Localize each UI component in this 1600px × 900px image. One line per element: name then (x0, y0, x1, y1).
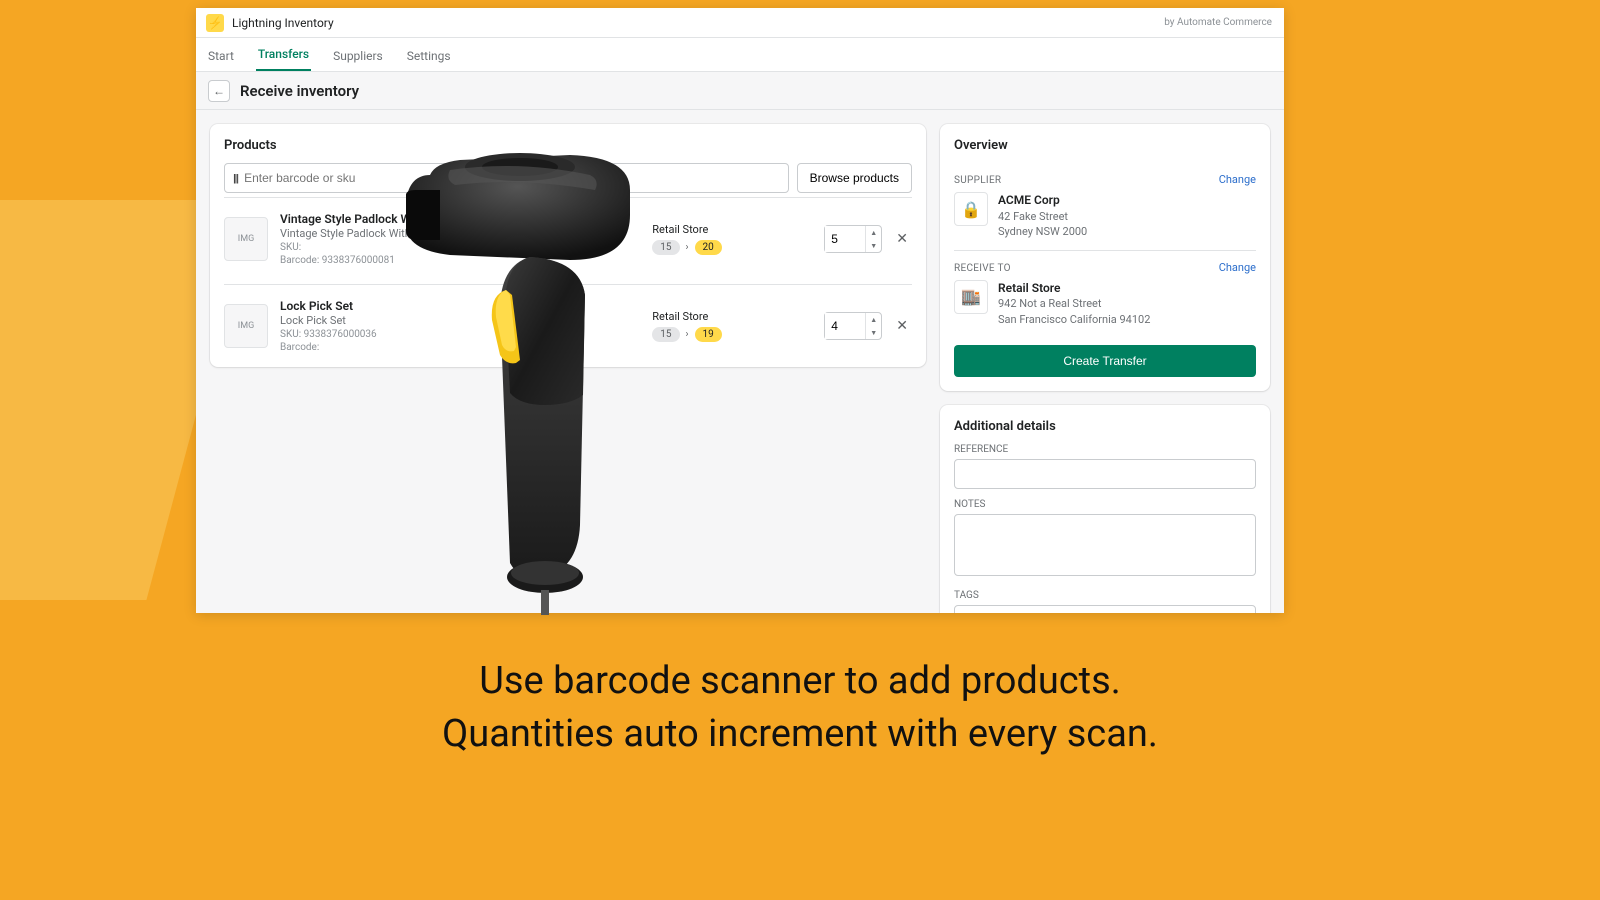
qty-down-button[interactable]: ▼ (866, 326, 881, 339)
target-qty-badge: 20 (695, 240, 722, 255)
supplier-address-2: Sydney NSW 2000 (998, 224, 1087, 239)
browse-products-button[interactable]: Browse products (797, 163, 912, 193)
byline: by Automate Commerce (1164, 17, 1272, 28)
tab-settings[interactable]: Settings (405, 41, 453, 71)
app-window: ⚡ Lightning Inventory by Automate Commer… (196, 8, 1284, 613)
tab-start[interactable]: Start (206, 41, 236, 71)
reference-label: REFERENCE (954, 444, 1256, 455)
page-title: Receive inventory (240, 82, 359, 100)
receive-to-address-2: San Francisco California 94102 (998, 312, 1150, 327)
page-header: ← Receive inventory (196, 72, 1284, 110)
lock-icon: 🔒 (954, 192, 988, 226)
remove-product-button[interactable]: ✕ (892, 231, 912, 247)
quantity-stepper[interactable]: ▲ ▼ (824, 225, 882, 253)
barcode-scanner-image (400, 145, 690, 615)
target-qty-badge: 19 (695, 327, 722, 342)
back-button[interactable]: ← (208, 80, 230, 102)
store-icon: 🏬 (954, 280, 988, 314)
receive-to-address-1: 942 Not a Real Street (998, 296, 1150, 311)
change-receive-to-link[interactable]: Change (1219, 261, 1256, 274)
product-thumbnail: IMG (224, 304, 268, 348)
marketing-caption: Use barcode scanner to add products. Qua… (0, 655, 1600, 761)
change-supplier-link[interactable]: Change (1219, 173, 1256, 186)
quantity-field[interactable] (825, 226, 865, 252)
overview-card: Overview SUPPLIER Change 🔒 ACME Corp 42 … (940, 124, 1270, 391)
app-title: Lightning Inventory (232, 16, 334, 30)
barcode-icon: ||| (233, 172, 238, 185)
receive-to-label: RECEIVE TO (954, 263, 1011, 274)
remove-product-button[interactable]: ✕ (892, 318, 912, 334)
qty-up-button[interactable]: ▲ (866, 226, 881, 239)
details-title: Additional details (954, 419, 1256, 434)
notes-label: NOTES (954, 499, 1256, 510)
app-logo-icon: ⚡ (206, 14, 224, 32)
tags-label: TAGS (954, 590, 1256, 601)
tab-transfers[interactable]: Transfers (256, 39, 311, 71)
reference-input[interactable] (954, 459, 1256, 489)
product-thumbnail: IMG (224, 217, 268, 261)
supplier-label: SUPPLIER (954, 175, 1001, 186)
qty-up-button[interactable]: ▲ (866, 313, 881, 326)
qty-down-button[interactable]: ▼ (866, 239, 881, 252)
notes-input[interactable] (954, 514, 1256, 576)
quantity-stepper[interactable]: ▲ ▼ (824, 312, 882, 340)
tab-suppliers[interactable]: Suppliers (331, 41, 385, 71)
supplier-address-1: 42 Fake Street (998, 209, 1087, 224)
tabs: Start Transfers Suppliers Settings (196, 38, 1284, 72)
receive-to-name: Retail Store (998, 280, 1150, 297)
tags-input[interactable] (954, 605, 1256, 613)
additional-details-card: Additional details REFERENCE NOTES TAGS (940, 405, 1270, 613)
topbar: ⚡ Lightning Inventory by Automate Commer… (196, 8, 1284, 38)
overview-title: Overview (954, 138, 1256, 153)
supplier-name: ACME Corp (998, 192, 1087, 209)
create-transfer-button[interactable]: Create Transfer (954, 345, 1256, 377)
quantity-field[interactable] (825, 313, 865, 339)
